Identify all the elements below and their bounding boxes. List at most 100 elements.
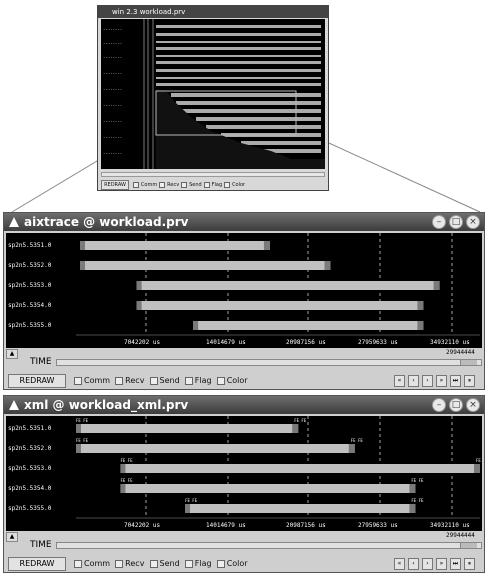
flag-checkbox[interactable]: Flag — [184, 376, 212, 385]
next-button[interactable]: › — [422, 375, 433, 387]
row-label: sp2n5.5355.0 — [8, 322, 52, 329]
state-bar — [76, 424, 299, 433]
flag-marker: FE FE — [76, 438, 89, 443]
tick-label: 14014679 us — [206, 522, 246, 529]
row-label: sp2n5.5351.0 — [8, 242, 52, 249]
overview-timeline-plot[interactable]: -------- -------- -------- -------- ----… — [101, 19, 325, 169]
minimize-button[interactable]: – — [432, 398, 446, 412]
overview-time-slider[interactable] — [101, 172, 325, 177]
maximize-button[interactable]: □ — [449, 398, 463, 412]
row-label: sp2n5.5352.0 — [8, 445, 52, 452]
aixtrace-timeline-plot[interactable]: sp2n5.5351.0 sp2n5.5352.0 sp2n5.5353.0 sp2n… — [6, 233, 482, 348]
state-bar-edge — [120, 464, 126, 473]
state-bar-edge — [80, 241, 86, 250]
state-bar-edge — [417, 301, 424, 310]
state-bar-edge — [263, 241, 270, 250]
time-slider[interactable] — [56, 542, 482, 549]
first-button[interactable]: « — [394, 558, 405, 570]
close-button[interactable]: × — [466, 215, 480, 229]
aixtrace-window: aixtrace @ workload.prv – □ × sp2n5.5351… — [3, 212, 485, 390]
row-label: sp2n5.5353.0 — [8, 465, 52, 472]
last-button[interactable]: » — [436, 558, 447, 570]
tick-label: 7042202 us — [124, 339, 161, 346]
state-bar — [185, 504, 416, 513]
svg-text:--------: -------- — [103, 151, 122, 156]
comm-checkbox[interactable]: Comm — [74, 559, 110, 568]
state-bar-edge — [120, 484, 126, 493]
color-checkbox[interactable]: Color — [216, 376, 248, 385]
time-slider-thumb[interactable] — [460, 543, 477, 548]
state-bar — [80, 241, 270, 250]
xml-title: xml @ workload_xml.prv — [24, 398, 189, 412]
tick-label: 14014679 us — [206, 339, 246, 346]
state-bar-edge — [348, 444, 355, 453]
pause-button[interactable]: ⏸ — [464, 375, 475, 387]
state-bar-edge — [409, 504, 416, 513]
last-button[interactable]: » — [436, 375, 447, 387]
state-bar — [136, 301, 424, 310]
window-menu-icon[interactable] — [8, 216, 20, 228]
state-bar-edge — [76, 444, 81, 453]
flag-marker: FE FE — [120, 478, 133, 483]
state-bar-edge — [474, 464, 480, 473]
flag-marker: FE FE — [411, 498, 424, 503]
maximize-button[interactable]: □ — [449, 215, 463, 229]
skip-end-button[interactable]: ⏭ — [450, 375, 461, 387]
filter-checkboxes: Comm Recv Send Flag Color — [74, 376, 248, 385]
overview-check-color[interactable]: Color — [224, 181, 245, 188]
recv-checkbox[interactable]: Recv — [115, 376, 144, 385]
minimize-button[interactable]: – — [432, 215, 446, 229]
send-checkbox[interactable]: Send — [149, 559, 180, 568]
flag-marker: FE FE — [294, 418, 307, 423]
state-bar-edge — [292, 424, 299, 433]
time-scroll-up-button[interactable]: ▲ — [6, 349, 18, 359]
time-slider-thumb[interactable] — [460, 360, 477, 365]
recv-checkbox[interactable]: Recv — [115, 559, 144, 568]
color-checkbox[interactable]: Color — [216, 559, 248, 568]
flag-marker: FE FE — [76, 418, 89, 423]
state-bar-edge — [136, 281, 142, 290]
time-label: TIME — [30, 540, 52, 550]
xml-window: xml @ workload_xml.prv – □ × sp2n5.5351.… — [3, 395, 486, 573]
state-bar — [80, 261, 331, 270]
flag-marker: FE FE — [351, 438, 364, 443]
time-scroll-up-button[interactable]: ▲ — [6, 532, 18, 542]
state-bar — [76, 444, 355, 453]
overview-check-recv[interactable]: Recv — [159, 181, 179, 188]
aixtrace-timeline-svg: sp2n5.5351.0 sp2n5.5352.0 sp2n5.5353.0 sp2n… — [8, 233, 480, 346]
xml-titlebar[interactable]: xml @ workload_xml.prv – □ × — [4, 396, 484, 414]
overview-titlebar: win 2.3 workload.prv — [98, 6, 328, 18]
overview-redraw-button[interactable]: REDRAW — [101, 180, 129, 190]
tick-label: 27959633 us — [358, 339, 398, 346]
aixtrace-titlebar[interactable]: aixtrace @ workload.prv – □ × — [4, 213, 484, 231]
redraw-button[interactable]: REDRAW — [8, 557, 66, 571]
state-bar-edge — [324, 261, 331, 270]
window-menu-icon[interactable] — [8, 399, 20, 411]
row-label: sp2n5.5351.0 — [8, 425, 52, 432]
xml-timeline-plot[interactable]: sp2n5.5351.0 FE FE FE FE sp2n5.5352.0 FE FE F… — [6, 416, 486, 531]
send-checkbox[interactable]: Send — [149, 376, 180, 385]
row-label: sp2n5.5354.0 — [8, 302, 52, 309]
svg-text:--------: -------- — [103, 87, 122, 92]
state-bar-edge — [193, 321, 199, 330]
comm-checkbox[interactable]: Comm — [74, 376, 110, 385]
pause-button[interactable]: ⏸ — [464, 558, 475, 570]
overview-check-comm[interactable]: Comm — [132, 181, 157, 188]
close-button[interactable]: × — [466, 398, 480, 412]
overview-title: win 2.3 workload.prv — [112, 8, 186, 16]
prev-button[interactable]: ‹ — [408, 375, 419, 387]
svg-text:--------: -------- — [103, 119, 122, 124]
svg-text:--------: -------- — [103, 71, 122, 76]
flag-checkbox[interactable]: Flag — [184, 559, 212, 568]
time-value: 29944444 — [446, 349, 475, 356]
next-button[interactable]: › — [422, 558, 433, 570]
xml-timeline-svg: sp2n5.5351.0 FE FE FE FE sp2n5.5352.0 FE FE F… — [8, 416, 486, 529]
redraw-button[interactable]: REDRAW — [8, 374, 66, 388]
first-button[interactable]: « — [394, 375, 405, 387]
time-slider[interactable] — [56, 359, 482, 366]
overview-check-flag[interactable]: Flag — [203, 181, 222, 188]
time-value: 29944444 — [446, 532, 475, 539]
prev-button[interactable]: ‹ — [408, 558, 419, 570]
skip-end-button[interactable]: ⏭ — [450, 558, 461, 570]
overview-check-send[interactable]: Send — [181, 181, 202, 188]
